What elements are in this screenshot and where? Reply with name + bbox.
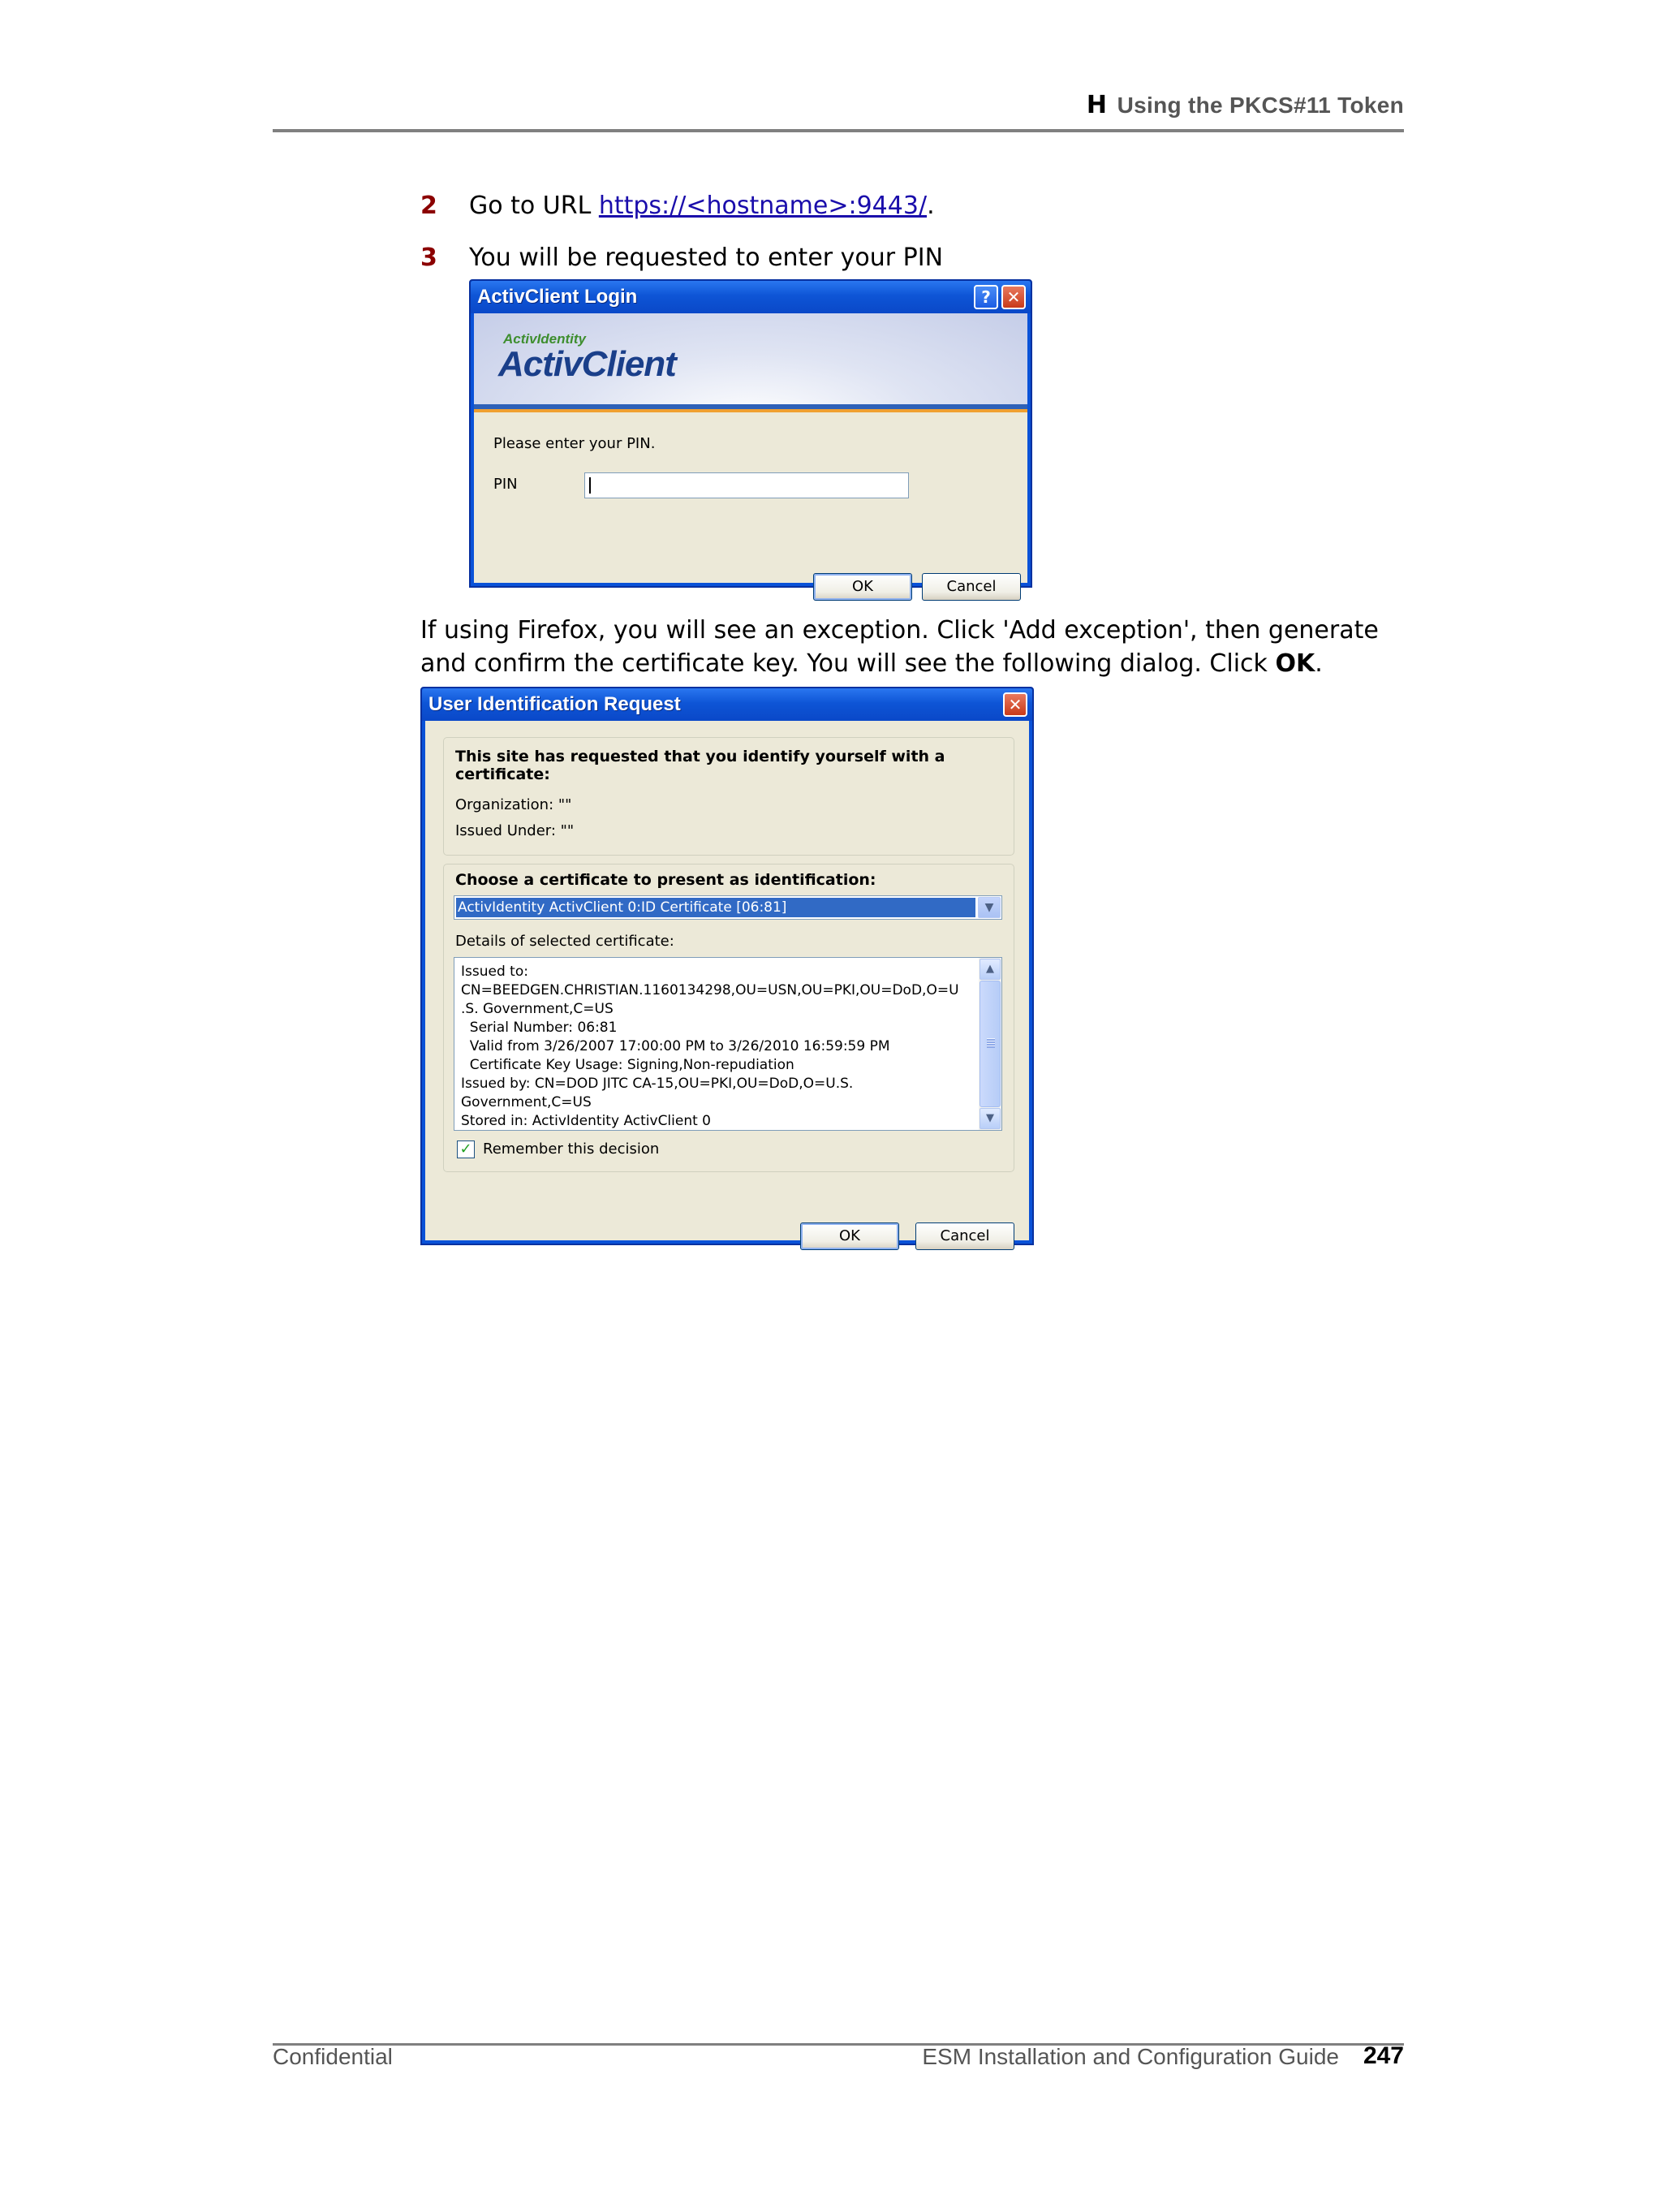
activclient-logo: ActivClient [498,344,677,384]
help-button[interactable]: ? [974,285,998,309]
step-number-2: 2 [420,192,437,220]
cancel-button[interactable]: Cancel [915,1222,1014,1250]
chevron-down-icon[interactable]: ▼ [978,897,1001,918]
scroll-up-icon[interactable]: ▲ [980,959,1001,980]
ok-button[interactable]: OK [800,1222,899,1250]
issued-under-label: Issued Under: "" [455,822,575,839]
header-rule [273,129,1404,132]
site-request-group: This site has requested that you identif… [443,737,1014,856]
chapter-title: Using the PKCS#11 Token [1117,93,1404,118]
cancel-button[interactable]: Cancel [922,573,1021,601]
choose-certificate-label: Choose a certificate to present as ident… [455,871,876,889]
page-number: 247 [1363,2042,1404,2069]
remember-decision-checkbox[interactable]: ✓ [457,1140,475,1158]
user-id-dialog-title: User Identification Request [428,693,681,715]
ok-emphasis: OK [1275,649,1315,678]
pin-prompt: Please enter your PIN. [493,435,656,452]
ok-button[interactable]: OK [813,573,912,601]
user-id-client-area: This site has requested that you identif… [425,721,1029,1250]
guide-title: ESM Installation and Configuration Guide [922,2044,1339,2069]
activclient-banner: ActivIdentity ActivClient [474,313,1027,404]
scroll-down-icon[interactable]: ▼ [980,1108,1001,1129]
pin-label: PIN [493,476,518,493]
step-3-text: You will be requested to enter your PIN [469,244,944,272]
close-icon: ✕ [1006,287,1021,307]
activclient-dialog-title: ActivClient Login [477,286,638,308]
details-label: Details of selected certificate: [455,933,674,950]
step-2-text: Go to URL https://<hostname>:9443/. [469,192,935,220]
step-number-3: 3 [420,244,437,272]
close-button[interactable]: ✕ [1003,692,1027,717]
checkmark-icon: ✓ [459,1140,472,1158]
user-id-titlebar[interactable]: User Identification Request ✕ [422,688,1032,721]
help-icon: ? [981,287,991,307]
certificate-details-box[interactable]: Issued to: CN=BEEDGEN.CHRISTIAN.11601342… [454,957,1002,1131]
certificate-choice-group: Choose a certificate to present as ident… [443,864,1014,1172]
user-identification-dialog: User Identification Request ✕ This site … [420,687,1034,1250]
activclient-titlebar[interactable]: ActivClient Login ? ✕ [471,281,1031,313]
certificate-details-text: Issued to: CN=BEEDGEN.CHRISTIAN.11601342… [461,964,959,1129]
firefox-instructions-text: If using Firefox, you will see an except… [420,616,1379,678]
remember-decision-label: Remember this decision [483,1140,660,1158]
scrollbar-grip [987,1038,995,1048]
details-scrollbar[interactable]: ▲ ▼ [979,958,1001,1130]
site-request-message: This site has requested that you identif… [455,748,945,783]
pin-input[interactable] [584,472,909,498]
activclient-client-area: ActivIdentity ActivClient Please enter y… [474,313,1027,601]
firefox-instructions-end: . [1315,649,1323,678]
certificate-select[interactable]: ActivIdentity ActivClient 0:ID Certifica… [454,895,1002,920]
appendix-letter: H [1086,91,1107,119]
banner-stripe-orange [474,409,1027,412]
close-button[interactable]: ✕ [1001,285,1026,309]
firefox-instructions: If using Firefox, you will see an except… [420,614,1410,680]
step-2-suffix: . [927,192,935,220]
organization-label: Organization: "" [455,796,572,813]
text-caret [589,477,591,494]
activclient-login-dialog: ActivClient Login ? ✕ ActivIdentity Acti… [469,279,1032,601]
hostname-url-link[interactable]: https://<hostname>:9443/ [599,192,927,220]
step-2-prefix: Go to URL [469,192,599,220]
selected-certificate: ActivIdentity ActivClient 0:ID Certifica… [455,897,976,918]
confidential-label: Confidential [273,2044,393,2069]
scrollbar-thumb[interactable] [980,981,1001,1107]
close-icon: ✕ [1008,695,1023,714]
